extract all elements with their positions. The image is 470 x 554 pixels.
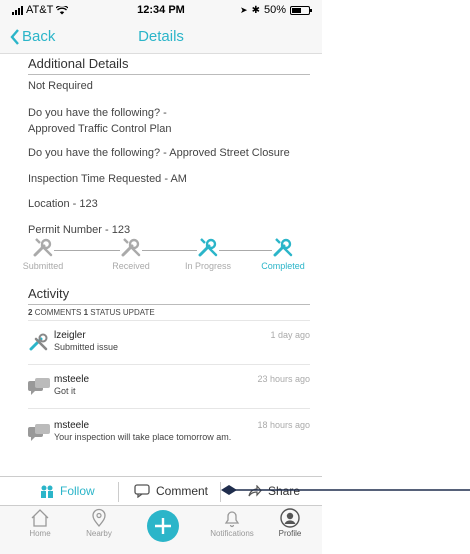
divider bbox=[28, 364, 310, 365]
activity-title: Activity bbox=[28, 286, 70, 301]
plus-icon bbox=[155, 518, 171, 534]
divider bbox=[118, 482, 119, 502]
activity-user: msteele bbox=[54, 374, 90, 385]
wrench-icon bbox=[120, 236, 142, 258]
detail-inspection-time: Inspection Time Requested - AM bbox=[28, 173, 187, 185]
tab-label: Home bbox=[29, 529, 51, 538]
location-arrow-icon: ➤ bbox=[240, 4, 248, 15]
tab-notifications[interactable]: Notifications bbox=[205, 508, 259, 538]
follow-label: Follow bbox=[60, 484, 95, 498]
step-label: Received bbox=[112, 261, 150, 271]
activity-message: Got it bbox=[54, 386, 76, 396]
activity-message: Submitted issue bbox=[54, 342, 119, 352]
tab-label: Profile bbox=[278, 529, 302, 538]
page-title: Details bbox=[138, 28, 184, 45]
comments-count: 2 bbox=[28, 308, 33, 317]
activity-user: msteele bbox=[54, 420, 90, 431]
follow-button[interactable]: Follow bbox=[40, 484, 95, 498]
annotation-arrow bbox=[221, 485, 470, 495]
step-submitted: Submitted bbox=[8, 236, 78, 271]
activity-time: 23 hours ago bbox=[257, 374, 310, 384]
detail-traffic-control-plan: Approved Traffic Control Plan bbox=[28, 123, 172, 135]
profile-icon bbox=[280, 508, 300, 528]
status-label: STATUS UPDATE bbox=[90, 308, 155, 317]
add-button[interactable] bbox=[147, 510, 179, 542]
step-label: In Progress bbox=[184, 261, 232, 271]
chat-bubbles-icon bbox=[28, 378, 50, 395]
divider bbox=[28, 74, 310, 75]
tab-bar: Home Nearby Notifications Profile bbox=[0, 506, 322, 554]
detail-location: Location - 123 bbox=[28, 198, 98, 210]
battery-percent: 50% bbox=[263, 4, 286, 16]
wrench-icon bbox=[197, 236, 219, 258]
tab-home[interactable]: Home bbox=[15, 508, 65, 538]
chat-bubbles-icon bbox=[28, 424, 50, 441]
phone-screen: AT&T 12:34 PM ➤ ✱ 50% Back Details Addit… bbox=[0, 0, 322, 554]
divider bbox=[28, 408, 310, 409]
status-steps: Submitted Received In Progress Completed bbox=[20, 236, 320, 276]
navigation-bar: Back Details bbox=[0, 20, 322, 54]
detail-street-closure: Do you have the following? - Approved St… bbox=[28, 147, 290, 159]
tab-profile[interactable]: Profile bbox=[265, 508, 315, 538]
detail-question: Do you have the following? - bbox=[28, 107, 167, 119]
detail-not-required: Not Required bbox=[28, 80, 93, 92]
people-icon bbox=[41, 485, 53, 498]
step-label: Completed bbox=[261, 261, 305, 271]
status-right: ➤ ✱ 50% bbox=[240, 4, 312, 16]
comment-label: Comment bbox=[156, 484, 209, 498]
additional-details-title: Additional Details bbox=[28, 56, 129, 71]
tab-label: Nearby bbox=[86, 529, 112, 538]
activity-summary: 2 COMMENTS 1 STATUS UPDATE bbox=[28, 308, 155, 317]
wrench-icon bbox=[32, 236, 54, 258]
bluetooth-icon: ✱ bbox=[251, 4, 260, 16]
step-completed: Completed bbox=[248, 236, 318, 271]
wrench-screwdriver-icon bbox=[29, 333, 48, 351]
step-received: Received bbox=[96, 236, 166, 271]
activity-message: Your inspection will take place tomorrow… bbox=[54, 432, 232, 442]
comment-icon bbox=[134, 484, 150, 498]
tab-nearby[interactable]: Nearby bbox=[74, 508, 124, 538]
step-label: Submitted bbox=[22, 261, 64, 271]
status-count: 1 bbox=[83, 308, 89, 317]
activity-time: 1 day ago bbox=[270, 330, 310, 340]
comment-button[interactable]: Comment bbox=[134, 484, 208, 498]
divider bbox=[28, 320, 310, 321]
status-bar: AT&T 12:34 PM ➤ ✱ 50% bbox=[0, 0, 322, 20]
step-in-progress: In Progress bbox=[173, 236, 243, 271]
bell-icon bbox=[224, 511, 240, 528]
wrench-icon bbox=[272, 236, 294, 258]
location-pin-icon bbox=[92, 508, 106, 528]
battery-icon bbox=[290, 5, 312, 15]
comments-label: COMMENTS bbox=[34, 308, 82, 317]
home-icon bbox=[31, 509, 49, 527]
tab-label: Notifications bbox=[210, 529, 254, 538]
divider bbox=[28, 304, 310, 305]
activity-time: 18 hours ago bbox=[257, 420, 310, 430]
activity-user: lzeigler bbox=[54, 330, 86, 341]
